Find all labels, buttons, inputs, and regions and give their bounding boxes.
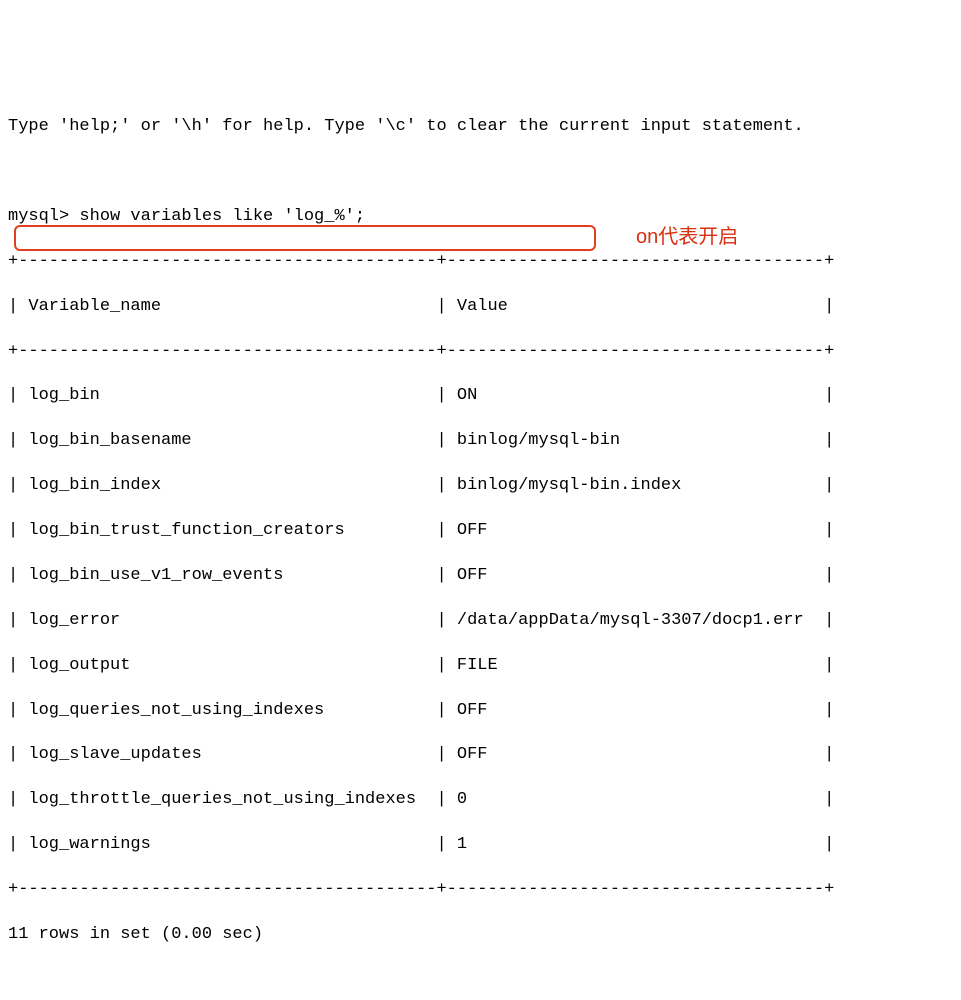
table-header: | Variable_name | Value | [8, 296, 953, 318]
table-row: | log_bin | ON | [8, 385, 953, 407]
mysql-prompt-query: mysql> show variables like 'log_%'; [8, 206, 953, 228]
result-summary: 11 rows in set (0.00 sec) [8, 924, 953, 946]
table-border-bot: +---------------------------------------… [8, 879, 953, 901]
table-row: | log_queries_not_using_indexes | OFF | [8, 700, 953, 722]
table-row: | log_bin_trust_function_creators | OFF … [8, 520, 953, 542]
table-row: | log_warnings | 1 | [8, 834, 953, 856]
table-border-top: +---------------------------------------… [8, 251, 953, 273]
table-row: | log_error | /data/appData/mysql-3307/d… [8, 610, 953, 632]
table-row: | log_throttle_queries_not_using_indexes… [8, 789, 953, 811]
table-row: | log_bin_basename | binlog/mysql-bin | [8, 430, 953, 452]
table-row: | log_slave_updates | OFF | [8, 744, 953, 766]
help-text: Type 'help;' or '\h' for help. Type '\c'… [8, 116, 953, 138]
table-row: | log_bin_index | binlog/mysql-bin.index… [8, 475, 953, 497]
highlight-log-bin-row [14, 225, 596, 251]
blank-line [8, 969, 953, 991]
table-border-mid: +---------------------------------------… [8, 341, 953, 363]
blank-line [8, 161, 953, 183]
table-row: | log_output | FILE | [8, 655, 953, 677]
table-row: | log_bin_use_v1_row_events | OFF | [8, 565, 953, 587]
terminal-output: Type 'help;' or '\h' for help. Type '\c'… [8, 94, 953, 1000]
